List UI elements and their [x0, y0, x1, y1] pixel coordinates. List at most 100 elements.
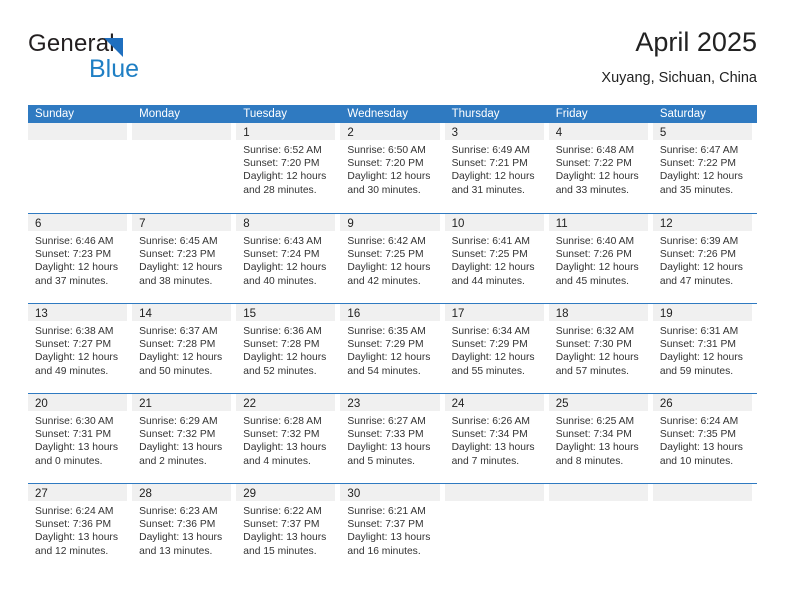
- day-number: 24: [451, 398, 465, 410]
- day-cell[interactable]: 24 Sunrise: 6:26 AM Sunset: 7:34 PM Dayl…: [444, 394, 549, 483]
- sunrise-line: Sunrise: 6:48 AM: [555, 145, 635, 156]
- daylight-line-1: Daylight: 12 hours: [659, 262, 743, 274]
- sunrise-line: Sunrise: 6:25 AM: [555, 416, 635, 427]
- day-cell[interactable]: 26 Sunrise: 6:24 AM Sunset: 7:35 PM Dayl…: [652, 394, 757, 483]
- day-number-band: 3: [444, 123, 544, 140]
- sunset-line: Sunset: 7:33 PM: [347, 429, 424, 441]
- sunset-line: Sunset: 7:29 PM: [451, 339, 528, 351]
- daylight-line-1: Daylight: 12 hours: [35, 352, 118, 364]
- day-cell[interactable]: 27 Sunrise: 6:24 AM Sunset: 7:36 PM Dayl…: [28, 484, 132, 573]
- day-number-band: 24: [444, 394, 544, 411]
- daylight-line-2: and 13 minutes.: [139, 545, 213, 557]
- day-number: 26: [659, 398, 673, 410]
- sunset-line: Sunset: 7:29 PM: [347, 339, 424, 351]
- day-details: Sunrise: 6:52 AM Sunset: 7:20 PM Dayligh…: [236, 140, 335, 197]
- week-row: 20 Sunrise: 6:30 AM Sunset: 7:31 PM Dayl…: [28, 393, 757, 483]
- sunset-line: Sunset: 7:34 PM: [555, 429, 632, 441]
- day-cell[interactable]: 17 Sunrise: 6:34 AM Sunset: 7:29 PM Dayl…: [444, 304, 549, 393]
- daylight-line-2: and 35 minutes.: [659, 184, 734, 196]
- day-cell[interactable]: 18 Sunrise: 6:32 AM Sunset: 7:30 PM Dayl…: [548, 304, 653, 393]
- sunrise-line: Sunrise: 6:29 AM: [139, 416, 218, 427]
- sunrise-line: Sunrise: 6:35 AM: [347, 326, 426, 337]
- day-cell[interactable]: 11 Sunrise: 6:40 AM Sunset: 7:26 PM Dayl…: [548, 214, 653, 303]
- sunset-line: Sunset: 7:30 PM: [555, 339, 632, 351]
- day-cell[interactable]: 21 Sunrise: 6:29 AM Sunset: 7:32 PM Dayl…: [132, 394, 236, 483]
- day-number: [653, 488, 660, 500]
- day-cell[interactable]: [652, 484, 757, 573]
- day-details: Sunrise: 6:43 AM Sunset: 7:24 PM Dayligh…: [236, 231, 335, 288]
- week-row: 1 Sunrise: 6:52 AM Sunset: 7:20 PM Dayli…: [28, 123, 757, 213]
- sunset-line: Sunset: 7:36 PM: [35, 519, 112, 531]
- sunset-line: Sunset: 7:25 PM: [451, 249, 528, 261]
- day-cell[interactable]: 8 Sunrise: 6:43 AM Sunset: 7:24 PM Dayli…: [236, 214, 340, 303]
- daylight-line-1: Daylight: 12 hours: [555, 262, 639, 274]
- day-number-band: 19: [652, 304, 752, 321]
- daylight-line-2: and 44 minutes.: [451, 275, 525, 287]
- daylight-line-1: Daylight: 12 hours: [347, 171, 431, 183]
- daylight-line-1: Daylight: 12 hours: [243, 352, 327, 364]
- day-cell[interactable]: 7 Sunrise: 6:45 AM Sunset: 7:23 PM Dayli…: [132, 214, 236, 303]
- day-details: Sunrise: 6:24 AM Sunset: 7:36 PM Dayligh…: [28, 501, 127, 558]
- sunrise-line: Sunrise: 6:22 AM: [243, 506, 322, 517]
- day-number-band: 10: [444, 214, 544, 231]
- day-cell[interactable]: 30 Sunrise: 6:21 AM Sunset: 7:37 PM Dayl…: [340, 484, 444, 573]
- day-cell[interactable]: 16 Sunrise: 6:35 AM Sunset: 7:29 PM Dayl…: [340, 304, 444, 393]
- sunrise-line: Sunrise: 6:43 AM: [243, 236, 322, 247]
- sunrise-line: Sunrise: 6:28 AM: [243, 416, 322, 427]
- day-number-band: 14: [132, 304, 232, 321]
- day-cell[interactable]: 1 Sunrise: 6:52 AM Sunset: 7:20 PM Dayli…: [236, 123, 340, 213]
- day-details: Sunrise: 6:50 AM Sunset: 7:20 PM Dayligh…: [340, 140, 439, 197]
- day-cell[interactable]: 15 Sunrise: 6:36 AM Sunset: 7:28 PM Dayl…: [236, 304, 340, 393]
- daylight-line-1: Daylight: 13 hours: [35, 532, 118, 544]
- day-details: Sunrise: 6:24 AM Sunset: 7:35 PM Dayligh…: [653, 411, 752, 468]
- day-details: Sunrise: 6:31 AM Sunset: 7:31 PM Dayligh…: [653, 321, 752, 378]
- daylight-line-1: Daylight: 12 hours: [243, 262, 327, 274]
- day-cell[interactable]: [444, 484, 549, 573]
- day-details: Sunrise: 6:29 AM Sunset: 7:32 PM Dayligh…: [132, 411, 231, 468]
- day-cell[interactable]: [132, 123, 236, 213]
- day-cell[interactable]: 2 Sunrise: 6:50 AM Sunset: 7:20 PM Dayli…: [340, 123, 444, 213]
- day-number-band: 13: [28, 304, 128, 321]
- day-cell[interactable]: 28 Sunrise: 6:23 AM Sunset: 7:36 PM Dayl…: [132, 484, 236, 573]
- brand-logo[interactable]: General Blue: [28, 26, 208, 88]
- daylight-line-2: and 42 minutes.: [347, 275, 421, 287]
- day-cell[interactable]: 10 Sunrise: 6:41 AM Sunset: 7:25 PM Dayl…: [444, 214, 549, 303]
- sunrise-line: Sunrise: 6:24 AM: [659, 416, 739, 427]
- daylight-line-2: and 5 minutes.: [347, 455, 415, 467]
- day-cell[interactable]: [548, 484, 653, 573]
- day-number: 1: [243, 127, 250, 139]
- sunset-line: Sunset: 7:32 PM: [243, 429, 320, 441]
- day-cell[interactable]: 22 Sunrise: 6:28 AM Sunset: 7:32 PM Dayl…: [236, 394, 340, 483]
- daylight-line-2: and 55 minutes.: [451, 365, 525, 377]
- day-cell[interactable]: 13 Sunrise: 6:38 AM Sunset: 7:27 PM Dayl…: [28, 304, 132, 393]
- day-number: 14: [139, 308, 152, 320]
- daylight-line-1: Daylight: 12 hours: [347, 352, 431, 364]
- day-number: 18: [555, 308, 569, 320]
- day-cell[interactable]: 6 Sunrise: 6:46 AM Sunset: 7:23 PM Dayli…: [28, 214, 132, 303]
- day-cell[interactable]: 20 Sunrise: 6:30 AM Sunset: 7:31 PM Dayl…: [28, 394, 132, 483]
- sunset-line: Sunset: 7:28 PM: [139, 339, 216, 351]
- weekday-header-saturday: Saturday: [659, 108, 706, 120]
- day-cell[interactable]: 5 Sunrise: 6:47 AM Sunset: 7:22 PM Dayli…: [652, 123, 757, 213]
- day-number-band: 22: [236, 394, 336, 411]
- day-cell[interactable]: 23 Sunrise: 6:27 AM Sunset: 7:33 PM Dayl…: [340, 394, 444, 483]
- daylight-line-1: Daylight: 13 hours: [347, 532, 431, 544]
- day-cell[interactable]: 25 Sunrise: 6:25 AM Sunset: 7:34 PM Dayl…: [548, 394, 653, 483]
- day-details: Sunrise: 6:46 AM Sunset: 7:23 PM Dayligh…: [28, 231, 127, 288]
- day-number-band: 23: [340, 394, 440, 411]
- day-details: Sunrise: 6:45 AM Sunset: 7:23 PM Dayligh…: [132, 231, 231, 288]
- daylight-line-1: Daylight: 13 hours: [139, 532, 223, 544]
- daylight-line-2: and 16 minutes.: [347, 545, 421, 557]
- day-cell[interactable]: 19 Sunrise: 6:31 AM Sunset: 7:31 PM Dayl…: [652, 304, 757, 393]
- day-cell[interactable]: 14 Sunrise: 6:37 AM Sunset: 7:28 PM Dayl…: [132, 304, 236, 393]
- day-cell[interactable]: [28, 123, 132, 213]
- day-cell[interactable]: 4 Sunrise: 6:48 AM Sunset: 7:22 PM Dayli…: [548, 123, 653, 213]
- day-cell[interactable]: 12 Sunrise: 6:39 AM Sunset: 7:26 PM Dayl…: [652, 214, 757, 303]
- day-cell[interactable]: 29 Sunrise: 6:22 AM Sunset: 7:37 PM Dayl…: [236, 484, 340, 573]
- day-cell[interactable]: 9 Sunrise: 6:42 AM Sunset: 7:25 PM Dayli…: [340, 214, 444, 303]
- day-number-band: 9: [340, 214, 440, 231]
- day-details: Sunrise: 6:49 AM Sunset: 7:21 PM Dayligh…: [445, 140, 544, 197]
- day-details: Sunrise: 6:21 AM Sunset: 7:37 PM Dayligh…: [340, 501, 439, 558]
- day-cell[interactable]: 3 Sunrise: 6:49 AM Sunset: 7:21 PM Dayli…: [444, 123, 549, 213]
- day-details: Sunrise: 6:22 AM Sunset: 7:37 PM Dayligh…: [236, 501, 335, 558]
